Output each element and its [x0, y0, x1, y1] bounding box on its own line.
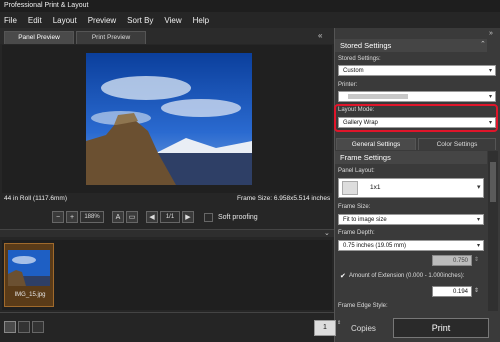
menu-edit[interactable]: Edit	[28, 16, 42, 25]
extension-label: Amount of Extension (0.000 - 1.000inches…	[349, 273, 465, 279]
menu-bar: File Edit Layout Preview Sort By View He…	[0, 12, 500, 28]
menu-layout[interactable]: Layout	[53, 16, 77, 25]
collapse-section-icon[interactable]: ⌃	[480, 40, 486, 48]
menu-sort-by[interactable]: Sort By	[127, 16, 153, 25]
frame-size-label: Frame Size:	[338, 204, 371, 210]
extension-value-input[interactable]: 0.194	[432, 286, 472, 297]
stored-settings-header: Stored Settings	[335, 39, 487, 52]
soft-proofing-checkbox[interactable]	[204, 212, 213, 222]
text-tool-icon[interactable]: A	[112, 211, 124, 223]
layout-mode-label: Layout Mode:	[338, 107, 375, 113]
menu-preview[interactable]: Preview	[88, 16, 116, 25]
panel-layout-select[interactable]	[338, 178, 484, 198]
menu-help[interactable]: Help	[193, 16, 209, 25]
page-tool-icon[interactable]: ▭	[126, 211, 138, 223]
soft-proofing-label: Soft proofing	[218, 213, 258, 221]
preview-area	[2, 45, 332, 193]
extension-checkbox[interactable]: ✔	[340, 272, 346, 280]
collapse-right-icon[interactable]: «	[318, 31, 322, 40]
split-view-icon[interactable]	[18, 321, 30, 333]
triple-view-icon[interactable]	[32, 321, 44, 333]
tab-print-preview[interactable]: Print Preview	[76, 31, 146, 44]
panel-layout-value: 1x1	[370, 184, 381, 191]
single-view-icon[interactable]	[4, 321, 16, 333]
frame-size-info: Frame Size: 6.958x5.514 inches	[237, 195, 331, 202]
menu-view[interactable]: View	[164, 16, 181, 25]
frame-depth-number[interactable]: 0.750	[432, 255, 472, 266]
tab-panel-preview[interactable]: Panel Preview	[4, 31, 74, 44]
roll-info: 44 in Roll (1117.6mm)	[4, 195, 67, 202]
page-indicator: 1/1	[160, 211, 180, 223]
collapse-down-icon[interactable]: ⌄	[324, 229, 330, 237]
print-button[interactable]: Print	[393, 318, 489, 338]
stored-settings-select[interactable]: Custom	[338, 65, 496, 76]
stored-settings-label: Stored Settings:	[338, 56, 381, 62]
copies-input[interactable]: 1	[314, 320, 336, 336]
next-page-icon[interactable]: ▶	[182, 211, 194, 223]
zoom-level-select[interactable]: 188%	[80, 211, 104, 223]
tab-general-settings[interactable]: General Settings	[336, 138, 416, 150]
menu-file[interactable]: File	[4, 16, 17, 25]
thumbnail[interactable]: IMG_15.jpg	[4, 243, 54, 307]
copies-label: Copies	[351, 324, 376, 333]
layout-mode-select[interactable]: Gallery Wrap	[338, 117, 496, 128]
prev-page-icon[interactable]: ◀	[146, 211, 158, 223]
zoom-out-icon[interactable]: −	[52, 211, 64, 223]
frame-size-select[interactable]: Fit to image size	[338, 214, 484, 225]
preview-toolbar: − + 188% A ▭ ◀ 1/1 ▶ Soft proofing	[0, 206, 334, 228]
panel-layout-label: Panel Layout:	[338, 168, 375, 174]
thumbnail-image	[8, 250, 50, 286]
tab-color-settings[interactable]: Color Settings	[418, 138, 496, 150]
frame-edge-style-label: Frame Edge Style:	[338, 303, 388, 309]
printer-name-redacted	[348, 94, 408, 99]
stepper-icon-2[interactable]: ⇕	[474, 287, 479, 294]
frame-settings-header: Frame Settings	[335, 151, 487, 164]
frame-depth-label: Frame Depth:	[338, 230, 375, 236]
filmstrip-separator	[0, 229, 334, 237]
stepper-icon[interactable]: ⇕	[474, 256, 479, 263]
window-title: Professional Print & Layout	[0, 0, 500, 12]
preview-image	[86, 53, 252, 185]
expand-right-icon[interactable]: »	[489, 30, 493, 37]
frame-depth-select[interactable]: 0.75 inches (19.05 mm)	[338, 240, 484, 251]
bottom-bar	[0, 312, 334, 342]
chevron-down-icon: ▾	[477, 184, 481, 191]
printer-label: Printer:	[338, 82, 358, 88]
scrollbar-thumb[interactable]	[490, 162, 496, 202]
zoom-in-icon[interactable]: +	[66, 211, 78, 223]
panel-layout-icon	[342, 181, 358, 195]
thumbnail-label: IMG_15.jpg	[14, 292, 46, 298]
copies-stepper-icon[interactable]: ⇕	[337, 320, 341, 326]
